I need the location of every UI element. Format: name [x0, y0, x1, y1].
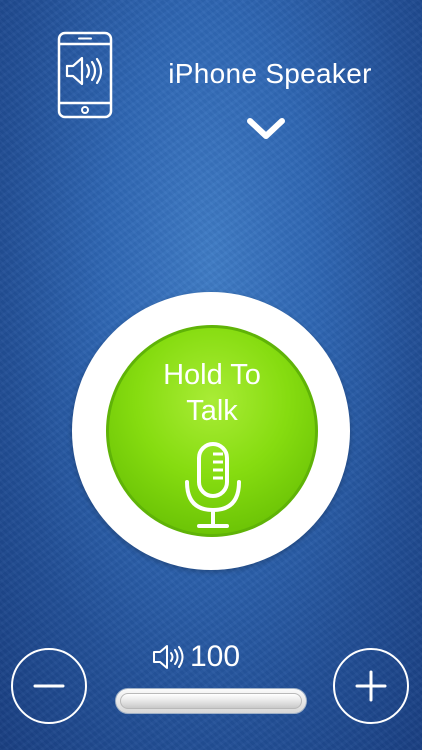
phone-speaker-icon[interactable]	[57, 31, 113, 119]
volume-slider-fill	[120, 693, 302, 709]
plus-icon	[355, 670, 387, 702]
talk-label-line1: Hold To	[163, 359, 261, 391]
output-device-label[interactable]: iPhone Speaker	[140, 58, 400, 90]
minus-icon	[33, 684, 65, 688]
speaker-icon	[152, 644, 186, 670]
volume-decrease-button[interactable]	[11, 648, 87, 724]
chevron-down-icon[interactable]	[246, 114, 286, 142]
volume-slider[interactable]	[115, 688, 307, 714]
hold-to-talk-button[interactable]: Hold To Talk	[106, 325, 318, 537]
volume-increase-button[interactable]	[333, 648, 409, 724]
volume-value: 100	[190, 640, 241, 673]
talk-label-line2: Talk	[186, 395, 238, 427]
microphone-icon	[179, 440, 247, 535]
